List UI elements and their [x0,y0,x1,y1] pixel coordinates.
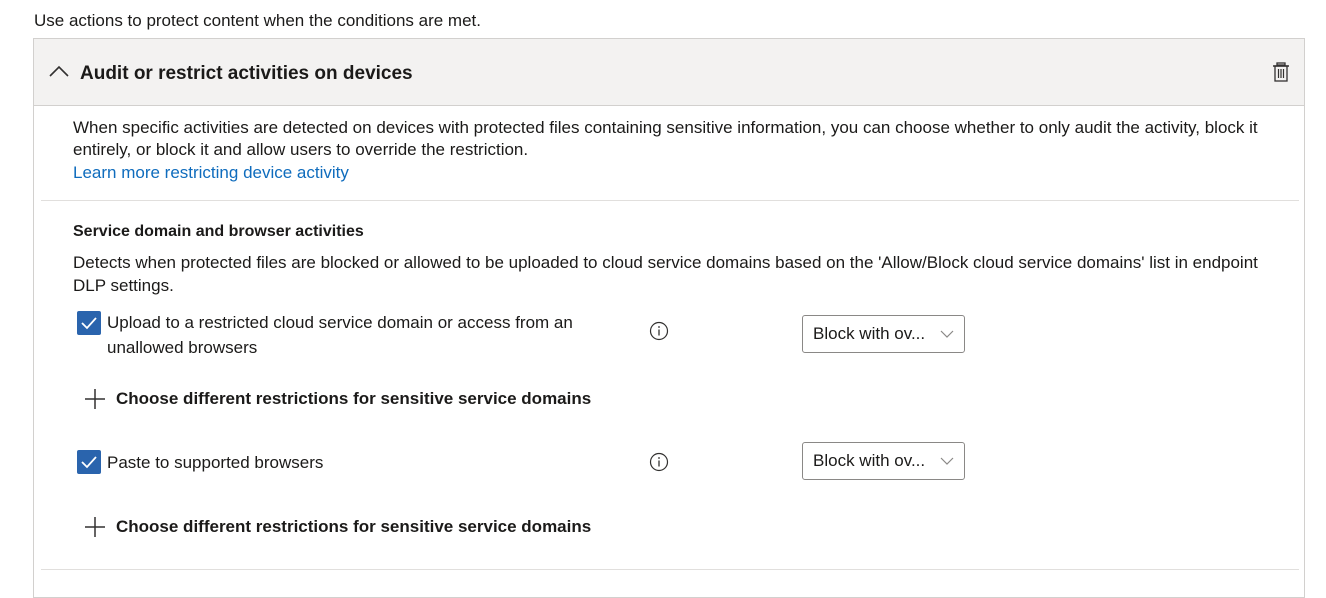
add-restrictions-label: Choose different restrictions for sensit… [116,389,592,408]
info-icon[interactable] [649,321,669,341]
section-description: Detects when protected files are blocked… [73,253,1258,295]
intro-text: Use actions to protect content when the … [34,11,481,30]
upload-checkbox[interactable] [77,311,101,335]
plus-icon [85,517,105,537]
paste-activity-label: Paste to supported browsers [107,453,324,472]
chevron-up-icon[interactable] [48,63,70,79]
info-icon[interactable] [649,452,669,472]
panel-title: Audit or restrict activities on devices [80,63,413,84]
divider [41,569,1299,570]
panel-description: When specific activities are detected on… [73,118,1258,159]
paste-checkbox[interactable] [77,450,101,474]
section-title: Service domain and browser activities [73,223,364,240]
plus-icon [85,389,105,409]
paste-action-dropdown[interactable]: Block with ov... [802,442,965,480]
panel-header[interactable]: Audit or restrict activities on devices [34,39,1304,106]
dropdown-value: Block with ov... [813,451,926,470]
dropdown-value: Block with ov... [813,324,926,343]
device-activities-panel: Audit or restrict activities on devices … [33,38,1305,598]
add-restrictions-label: Choose different restrictions for sensit… [116,517,592,536]
panel-description-block: When specific activities are detected on… [73,117,1273,184]
divider [41,200,1299,201]
chevron-down-icon [940,330,954,338]
upload-activity-label: Upload to a restricted cloud service dom… [107,313,573,357]
learn-more-link[interactable]: Learn more restricting device activity [73,162,349,184]
chevron-down-icon [940,457,954,465]
upload-action-dropdown[interactable]: Block with ov... [802,315,965,353]
delete-icon[interactable] [1270,61,1292,83]
